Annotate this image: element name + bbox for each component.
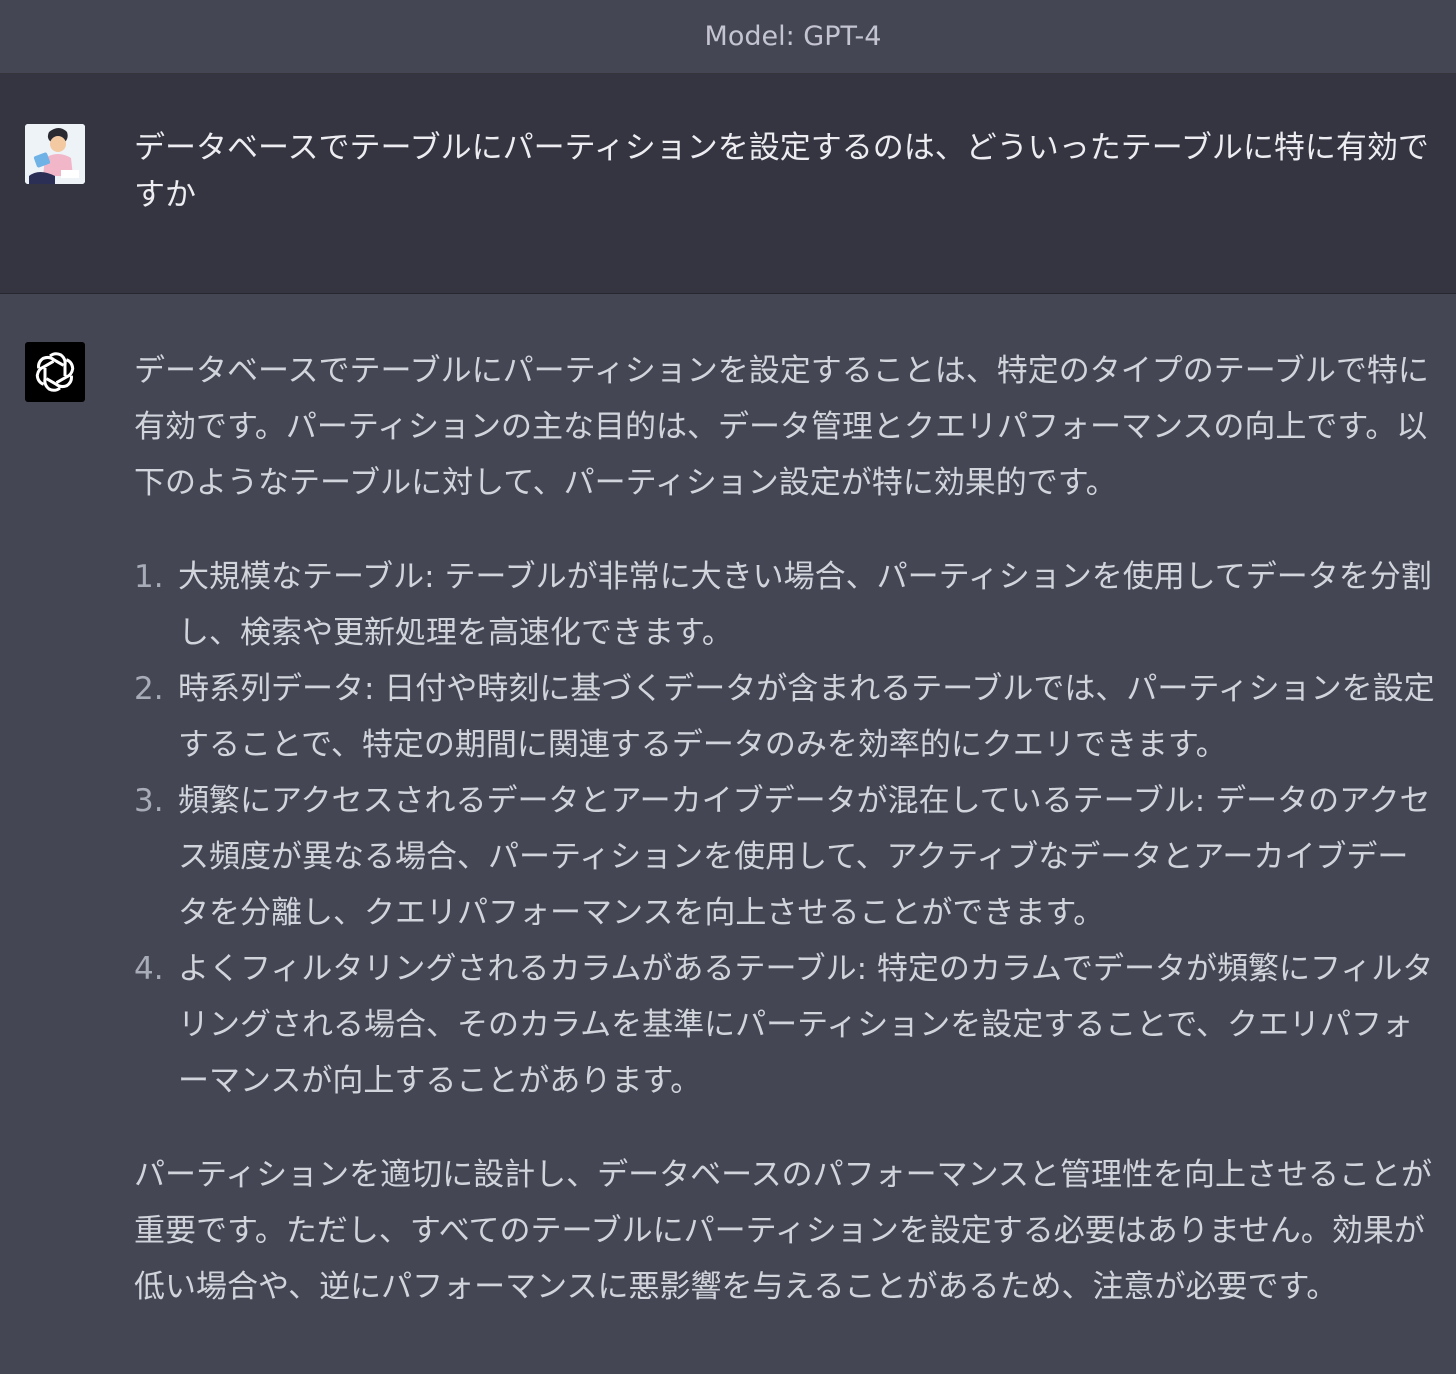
list-item-text: 頻繁にアクセスされるデータとアーカイブデータが混在しているテーブル: データのア…	[178, 783, 1431, 931]
assistant-message-row: データベースでテーブルにパーティションを設定することは、特定のタイプのテーブルで…	[0, 294, 1456, 1315]
user-message-text: データベースでテーブルにパーティションを設定するのは、どういったテーブルに特に有…	[134, 130, 1429, 213]
assistant-conclusion-paragraph: パーティションを適切に設計し、データベースのパフォーマンスと管理性を向上させるこ…	[134, 1157, 1432, 1305]
openai-logo-icon	[32, 352, 78, 392]
list-item-number: 4.	[134, 951, 164, 987]
model-label: Model: GPT-4	[704, 21, 882, 52]
assistant-intro-paragraph: データベースでテーブルにパーティションを設定することは、特定のタイプのテーブルで…	[134, 353, 1429, 501]
list-item-text: 時系列データ: 日付や時刻に基づくデータが含まれるテーブルでは、パーティションを…	[178, 671, 1435, 763]
assistant-ordered-list: 1. 大規模なテーブル: テーブルが非常に大きい場合、パーティションを使用してデ…	[134, 549, 1438, 1109]
list-item-number: 3.	[134, 783, 164, 819]
user-avatar-illustration-icon	[25, 124, 85, 184]
user-message-row: データベースでテーブルにパーティションを設定するのは、どういったテーブルに特に有…	[0, 74, 1456, 294]
list-item-number: 1.	[134, 559, 164, 595]
list-item-text: よくフィルタリングされるカラムがあるテーブル: 特定のカラムでデータが頻繁にフィ…	[178, 951, 1434, 1099]
list-item-text: 大規模なテーブル: テーブルが非常に大きい場合、パーティションを使用してデータを…	[178, 559, 1432, 651]
model-header: Model: GPT-4	[0, 0, 1456, 74]
user-avatar	[25, 124, 85, 184]
list-item-number: 2.	[134, 671, 164, 707]
assistant-avatar	[25, 342, 85, 402]
list-item: 1. 大規模なテーブル: テーブルが非常に大きい場合、パーティションを使用してデ…	[134, 549, 1438, 661]
list-item: 2. 時系列データ: 日付や時刻に基づくデータが含まれるテーブルでは、パーティシ…	[134, 661, 1438, 773]
list-item: 3. 頻繁にアクセスされるデータとアーカイブデータが混在しているテーブル: デー…	[134, 773, 1438, 941]
list-item: 4. よくフィルタリングされるカラムがあるテーブル: 特定のカラムでデータが頻繁…	[134, 941, 1438, 1109]
